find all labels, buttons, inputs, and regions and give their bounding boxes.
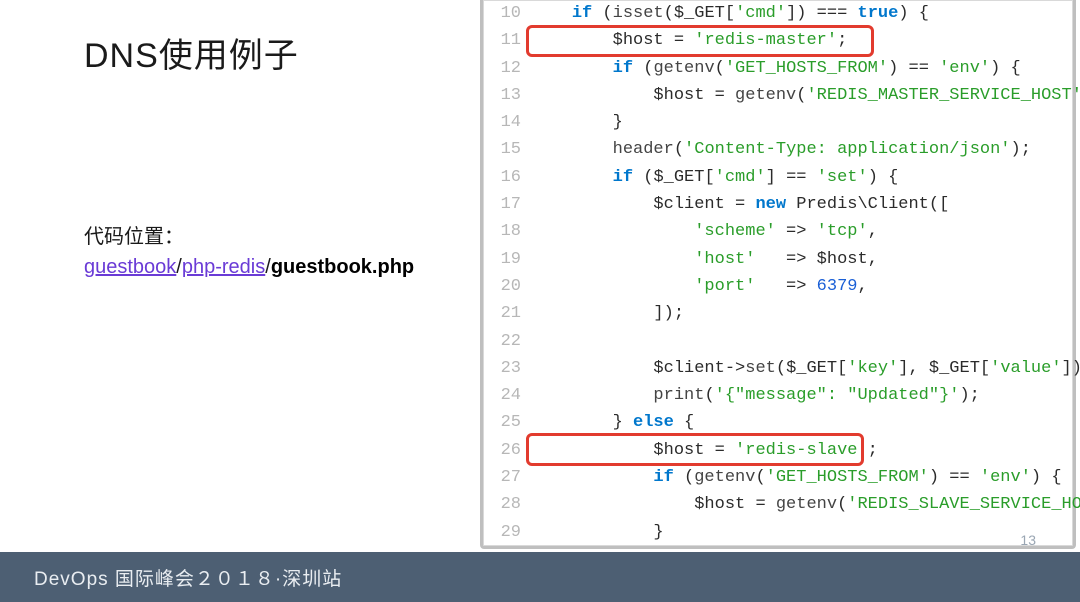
link-php-redis[interactable]: php-redis [182,256,265,278]
code-content: 'port' => 6379, [531,273,1073,300]
line-number: 18 [483,218,531,245]
line-number: 22 [483,328,531,355]
code-line: 20 'port' => 6379, [483,273,1073,300]
line-number: 29 [483,519,531,546]
code-line: 13 $host = getenv('REDIS_MASTER_SERVICE_… [483,82,1073,109]
code-content: if ($_GET['cmd'] == 'set') { [531,164,1073,191]
code-snippet: 10 if (isset($_GET['cmd']) === true) {11… [480,0,1076,549]
code-line: 11 $host = 'redis-master'; [483,27,1073,54]
code-content: $host = 'redis-master'; [531,27,1073,54]
slide-title: DNS使用例子 [84,28,480,77]
code-location-label: 代码位置： [84,226,184,248]
code-content: } [531,519,1073,546]
code-content: ]); [531,300,1073,327]
line-number: 27 [483,464,531,491]
line-number: 17 [483,191,531,218]
code-content: $host = 'redis-slave'; [531,437,1073,464]
line-number: 19 [483,246,531,273]
page-number: 13 [1020,532,1036,548]
line-number: 21 [483,300,531,327]
file-name: guestbook.php [271,256,414,278]
code-line: 19 'host' => $host, [483,246,1073,273]
code-line: 10 if (isset($_GET['cmd']) === true) { [483,0,1073,27]
slide-body: DNS使用例子 代码位置： guestbook/php-redis/guestb… [0,0,1080,552]
code-content: print('{"message": "Updated"}'); [531,382,1073,409]
code-line: 18 'scheme' => 'tcp', [483,218,1073,245]
code-location: 代码位置： guestbook/php-redis/guestbook.php [84,222,480,282]
line-number: 23 [483,355,531,382]
code-line: 24 print('{"message": "Updated"}'); [483,382,1073,409]
code-content: header('Content-Type: application/json')… [531,136,1073,163]
code-line: 16 if ($_GET['cmd'] == 'set') { [483,164,1073,191]
code-content: $host = getenv('REDIS_SLAVE_SERVICE_HOST… [531,491,1080,518]
code-content: } else { [531,409,1073,436]
code-line: 25 } else { [483,409,1073,436]
code-content: } [531,109,1073,136]
code-content: $host = getenv('REDIS_MASTER_SERVICE_HOS… [531,82,1080,109]
line-number: 12 [483,55,531,82]
line-number: 26 [483,437,531,464]
code-content [531,328,1073,355]
code-content: if (getenv('GET_HOSTS_FROM') == 'env') { [531,464,1073,491]
line-number: 10 [483,0,531,27]
line-number: 28 [483,491,531,518]
left-column: DNS使用例子 代码位置： guestbook/php-redis/guestb… [0,0,480,552]
code-line: 22 [483,328,1073,355]
code-content: 'host' => $host, [531,246,1073,273]
line-number: 14 [483,109,531,136]
code-content: $client->set($_GET['key'], $_GET['value'… [531,355,1080,382]
line-number: 16 [483,164,531,191]
link-guestbook[interactable]: guestbook [84,256,176,278]
code-content: 'scheme' => 'tcp', [531,218,1073,245]
code-line: 17 $client = new Predis\Client([ [483,191,1073,218]
code-line: 14 } [483,109,1073,136]
code-line: 12 if (getenv('GET_HOSTS_FROM') == 'env'… [483,55,1073,82]
line-number: 11 [483,27,531,54]
code-line: 29 } [483,519,1073,546]
line-number: 15 [483,136,531,163]
line-number: 13 [483,82,531,109]
code-line: 26 $host = 'redis-slave'; [483,437,1073,464]
line-number: 25 [483,409,531,436]
code-line: 15 header('Content-Type: application/jso… [483,136,1073,163]
line-number: 20 [483,273,531,300]
footer-bar: DevOps 国际峰会２０１８·深圳站 [0,552,1080,602]
code-line: 23 $client->set($_GET['key'], $_GET['val… [483,355,1073,382]
line-number: 24 [483,382,531,409]
footer-text: DevOps 国际峰会２０１８·深圳站 [34,564,342,591]
code-content: if (getenv('GET_HOSTS_FROM') == 'env') { [531,55,1073,82]
code-content: if (isset($_GET['cmd']) === true) { [531,0,1073,27]
right-column: 10 if (isset($_GET['cmd']) === true) {11… [480,0,1080,552]
code-content: $client = new Predis\Client([ [531,191,1073,218]
code-line: 28 $host = getenv('REDIS_SLAVE_SERVICE_H… [483,491,1073,518]
code-line: 21 ]); [483,300,1073,327]
code-line: 27 if (getenv('GET_HOSTS_FROM') == 'env'… [483,464,1073,491]
